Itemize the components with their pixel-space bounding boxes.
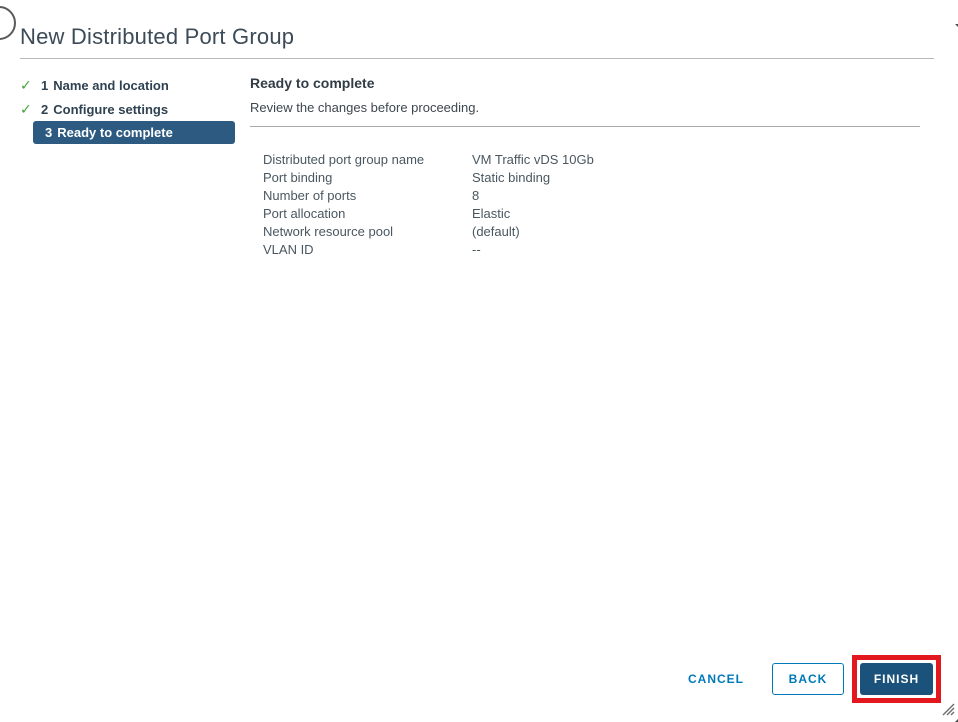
cancel-button[interactable]: CANCEL bbox=[684, 663, 748, 695]
wizard-step-name-and-location[interactable]: ✓ 1 Name and location bbox=[0, 73, 250, 97]
summary-value: VM Traffic vDS 10Gb bbox=[472, 152, 594, 167]
summary-value: Static binding bbox=[472, 170, 551, 185]
summary-row-port-binding: Port binding Static binding bbox=[263, 169, 920, 187]
summary-value: -- bbox=[472, 242, 481, 257]
panel-subheading: Review the changes before proceeding. bbox=[250, 100, 480, 115]
step-number: 1 bbox=[41, 77, 49, 93]
corner-arc-artifact bbox=[0, 6, 16, 40]
step-label: Name and location bbox=[53, 77, 169, 93]
wizard-step-configure-settings[interactable]: ✓ 2 Configure settings bbox=[0, 97, 250, 121]
summary-label: Number of ports bbox=[263, 188, 357, 203]
summary-value: (default) bbox=[472, 224, 520, 239]
settings-summary-table: Distributed port group name VM Traffic v… bbox=[263, 151, 920, 259]
summary-label: Port allocation bbox=[263, 206, 346, 221]
title-divider bbox=[20, 58, 934, 59]
step-number: 3 bbox=[45, 125, 53, 140]
ready-to-complete-panel: Ready to complete Review the changes bef… bbox=[250, 73, 958, 259]
step-label: Ready to complete bbox=[57, 125, 173, 140]
finish-button[interactable]: FINISH bbox=[860, 663, 933, 695]
step-number: 2 bbox=[41, 101, 49, 117]
summary-row-network-resource-pool: Network resource pool (default) bbox=[263, 223, 920, 241]
summary-label: Port binding bbox=[263, 170, 333, 185]
resize-grip-icon[interactable] bbox=[942, 703, 955, 716]
annotation-highlight-box: FINISH bbox=[852, 655, 941, 703]
summary-label: VLAN ID bbox=[263, 242, 314, 257]
check-icon: ✓ bbox=[20, 77, 32, 93]
check-icon: ✓ bbox=[20, 101, 32, 117]
new-distributed-port-group-dialog: New Distributed Port Group ✓ 1 Name and … bbox=[0, 6, 958, 722]
summary-value: 8 bbox=[472, 188, 480, 203]
summary-row-port-group-name: Distributed port group name VM Traffic v… bbox=[263, 151, 920, 169]
panel-heading: Ready to complete bbox=[250, 75, 375, 91]
back-button[interactable]: BACK bbox=[772, 663, 844, 695]
summary-label: Distributed port group name bbox=[263, 152, 425, 167]
step-label: Configure settings bbox=[53, 101, 169, 117]
wizard-step-ready-to-complete[interactable]: 3 Ready to complete bbox=[33, 121, 235, 144]
summary-label: Network resource pool bbox=[263, 224, 394, 239]
summary-value: Elastic bbox=[472, 206, 511, 221]
wizard-steps-nav: ✓ 1 Name and location ✓ 2 Configure sett… bbox=[0, 73, 250, 259]
dialog-title: New Distributed Port Group bbox=[20, 24, 295, 49]
panel-divider bbox=[250, 126, 920, 127]
summary-row-port-allocation: Port allocation Elastic bbox=[263, 205, 920, 223]
dialog-body: ✓ 1 Name and location ✓ 2 Configure sett… bbox=[0, 73, 958, 259]
dialog-footer: CANCEL BACK FINISH bbox=[684, 655, 941, 703]
summary-row-number-of-ports: Number of ports 8 bbox=[263, 187, 920, 205]
summary-row-vlan-id: VLAN ID -- bbox=[263, 241, 920, 259]
